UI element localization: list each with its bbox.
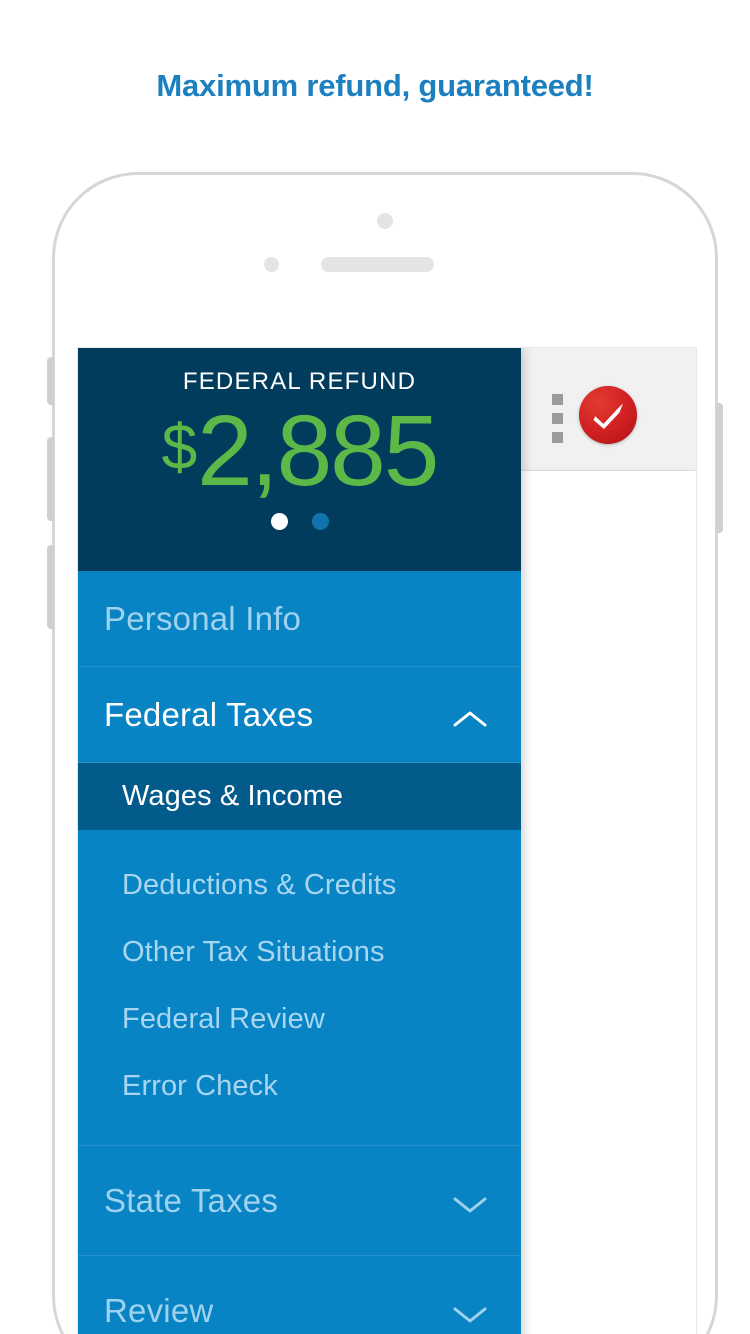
submenu-divider [78,1120,521,1146]
federal-taxes-submenu: Wages & Income Deductions & Credits Othe… [78,763,521,1146]
carousel-dot-1[interactable] [270,513,288,530]
earpiece-speaker-icon [321,257,434,272]
sidebar-subitem-label: Federal Review [122,1003,325,1035]
sidebar-subitem-label: Error Check [122,1070,278,1102]
phone-screen: Ho en I'l FEDERAL REFUND $2,885 Personal… [77,347,697,1334]
sidebar-item-state-taxes[interactable]: State Taxes [78,1146,521,1256]
sidebar-item-label: Personal Info [104,599,302,637]
kebab-menu-icon[interactable] [552,394,563,443]
sidebar-item-federal-taxes[interactable]: Federal Taxes [78,667,521,763]
page-title: Maximum refund, guaranteed! [156,68,594,103]
silent-switch-button[interactable] [47,357,54,405]
sidebar-subitem-label: Deductions & Credits [122,869,397,901]
submenu-spacer [78,830,521,852]
sidebar-item-label: Federal Taxes [104,695,314,733]
chevron-up-icon [453,709,487,729]
chevron-down-icon [453,1195,487,1215]
chevron-down-icon [453,1305,487,1325]
sidebar-subitem-federal-review[interactable]: Federal Review [78,986,521,1053]
power-button[interactable] [716,403,723,533]
sidebar-subitem-label: Other Tax Situations [122,936,385,968]
refund-carousel-dots [78,513,521,530]
front-camera-icon [377,213,393,229]
proximity-sensor-icon [264,257,279,272]
volume-up-button[interactable] [47,437,54,521]
sidebar-item-personal-info[interactable]: Personal Info [78,571,521,667]
sidebar-subitem-other-tax-situations[interactable]: Other Tax Situations [78,919,521,986]
sidebar-subitem-deductions-credits[interactable]: Deductions & Credits [78,852,521,919]
volume-down-button[interactable] [47,545,54,629]
sidebar-item-label: Review [104,1291,214,1329]
sidebar-subitem-wages-income[interactable]: Wages & Income [78,763,521,830]
sidebar-subitem-label: Wages & Income [122,780,344,812]
sidebar-item-label: State Taxes [104,1181,279,1219]
refund-amount-value: 2,885 [197,395,439,507]
navigation-drawer: FEDERAL REFUND $2,885 Personal Info Fede… [78,348,521,1334]
carousel-dot-2[interactable] [311,513,329,530]
sidebar-item-review[interactable]: Review [78,1256,521,1334]
refund-amount: $2,885 [78,392,521,506]
phone-device-frame: Ho en I'l FEDERAL REFUND $2,885 Personal… [47,172,723,1334]
refund-currency-symbol: $ [161,411,198,483]
federal-refund-panel[interactable]: FEDERAL REFUND $2,885 [78,348,521,571]
page-root: Maximum refund, guaranteed! FEDERAL REFU… [0,0,750,1334]
sidebar-subitem-error-check[interactable]: Error Check [78,1053,521,1120]
turbotax-check-logo-icon [579,386,637,444]
